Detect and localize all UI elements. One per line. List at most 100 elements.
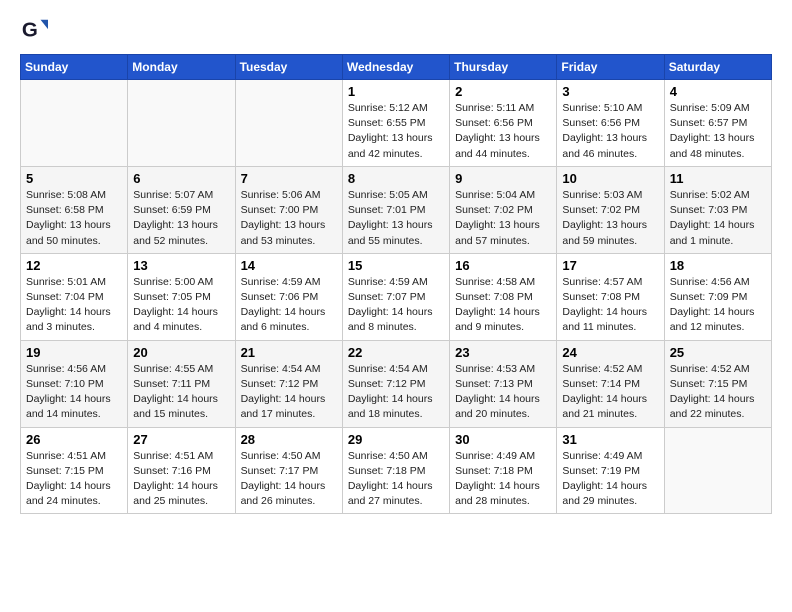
day-number: 13 <box>133 258 229 273</box>
calendar-cell: 24 Sunrise: 4:52 AM Sunset: 7:14 PM Dayli… <box>557 340 664 427</box>
calendar-cell: 3Sunrise: 5:10 AM Sunset: 6:56 PM Daylig… <box>557 80 664 167</box>
calendar-cell: 17 Sunrise: 4:57 AM Sunset: 7:08 PM Dayli… <box>557 253 664 340</box>
calendar-cell: 21 Sunrise: 4:54 AM Sunset: 7:12 PM Dayli… <box>235 340 342 427</box>
day-info: Sunrise: 5:03 AM Sunset: 7:02 PM Dayligh… <box>562 188 658 249</box>
weekday-header-thursday: Thursday <box>450 55 557 80</box>
day-number: 2 <box>455 84 551 99</box>
calendar-cell: 1 Sunrise: 5:12 AM Sunset: 6:55 PM Daylig… <box>342 80 449 167</box>
day-number: 20 <box>133 345 229 360</box>
calendar-cell: 13 Sunrise: 5:00 AM Sunset: 7:05 PM Dayli… <box>128 253 235 340</box>
calendar-cell: 30 Sunrise: 4:49 AM Sunset: 7:18 PM Dayli… <box>450 427 557 514</box>
calendar-cell: 16 Sunrise: 4:58 AM Sunset: 7:08 PM Dayli… <box>450 253 557 340</box>
day-number: 28 <box>241 432 337 447</box>
calendar-cell: 15Sunrise: 4:59 AM Sunset: 7:07 PM Dayli… <box>342 253 449 340</box>
day-info: Sunrise: 5:08 AM Sunset: 6:58 PM Dayligh… <box>26 188 122 249</box>
calendar-cell: 11Sunrise: 5:02 AM Sunset: 7:03 PM Dayli… <box>664 166 771 253</box>
day-info: Sunrise: 4:51 AM Sunset: 7:15 PM Dayligh… <box>26 449 122 510</box>
day-number: 21 <box>241 345 337 360</box>
calendar-cell: 4 Sunrise: 5:09 AM Sunset: 6:57 PM Daylig… <box>664 80 771 167</box>
day-info: Sunrise: 4:56 AM Sunset: 7:09 PM Dayligh… <box>670 275 766 336</box>
day-number: 6 <box>133 171 229 186</box>
calendar-cell <box>21 80 128 167</box>
day-number: 27 <box>133 432 229 447</box>
day-info: Sunrise: 4:55 AM Sunset: 7:11 PM Dayligh… <box>133 362 229 423</box>
week-row-2: 5 Sunrise: 5:08 AM Sunset: 6:58 PM Daylig… <box>21 166 772 253</box>
weekday-header-monday: Monday <box>128 55 235 80</box>
calendar-cell: 2 Sunrise: 5:11 AM Sunset: 6:56 PM Daylig… <box>450 80 557 167</box>
day-number: 3 <box>562 84 658 99</box>
day-number: 22 <box>348 345 444 360</box>
day-number: 30 <box>455 432 551 447</box>
calendar-cell: 31Sunrise: 4:49 AM Sunset: 7:19 PM Dayli… <box>557 427 664 514</box>
day-number: 1 <box>348 84 444 99</box>
day-number: 25 <box>670 345 766 360</box>
calendar-table: SundayMondayTuesdayWednesdayThursdayFrid… <box>20 54 772 514</box>
day-info: Sunrise: 5:07 AM Sunset: 6:59 PM Dayligh… <box>133 188 229 249</box>
day-info: Sunrise: 4:58 AM Sunset: 7:08 PM Dayligh… <box>455 275 551 336</box>
day-info: Sunrise: 4:52 AM Sunset: 7:14 PM Dayligh… <box>562 362 658 423</box>
calendar-cell: 28 Sunrise: 4:50 AM Sunset: 7:17 PM Dayli… <box>235 427 342 514</box>
calendar-cell <box>235 80 342 167</box>
day-number: 31 <box>562 432 658 447</box>
calendar-cell: 29 Sunrise: 4:50 AM Sunset: 7:18 PM Dayli… <box>342 427 449 514</box>
calendar-cell: 19 Sunrise: 4:56 AM Sunset: 7:10 PM Dayli… <box>21 340 128 427</box>
calendar-cell: 14Sunrise: 4:59 AM Sunset: 7:06 PM Dayli… <box>235 253 342 340</box>
day-number: 5 <box>26 171 122 186</box>
calendar-cell <box>664 427 771 514</box>
day-info: Sunrise: 4:53 AM Sunset: 7:13 PM Dayligh… <box>455 362 551 423</box>
day-number: 19 <box>26 345 122 360</box>
day-number: 4 <box>670 84 766 99</box>
day-info: Sunrise: 4:56 AM Sunset: 7:10 PM Dayligh… <box>26 362 122 423</box>
day-info: Sunrise: 5:00 AM Sunset: 7:05 PM Dayligh… <box>133 275 229 336</box>
calendar-cell: 25Sunrise: 4:52 AM Sunset: 7:15 PM Dayli… <box>664 340 771 427</box>
week-row-5: 26Sunrise: 4:51 AM Sunset: 7:15 PM Dayli… <box>21 427 772 514</box>
day-info: Sunrise: 5:06 AM Sunset: 7:00 PM Dayligh… <box>241 188 337 249</box>
day-number: 8 <box>348 171 444 186</box>
page-header: G <box>20 16 772 44</box>
calendar-cell: 22 Sunrise: 4:54 AM Sunset: 7:12 PM Dayli… <box>342 340 449 427</box>
day-info: Sunrise: 5:12 AM Sunset: 6:55 PM Dayligh… <box>348 101 444 162</box>
day-number: 16 <box>455 258 551 273</box>
day-info: Sunrise: 4:51 AM Sunset: 7:16 PM Dayligh… <box>133 449 229 510</box>
day-number: 29 <box>348 432 444 447</box>
day-info: Sunrise: 5:01 AM Sunset: 7:04 PM Dayligh… <box>26 275 122 336</box>
weekday-header-tuesday: Tuesday <box>235 55 342 80</box>
week-row-4: 19 Sunrise: 4:56 AM Sunset: 7:10 PM Dayli… <box>21 340 772 427</box>
calendar-cell: 12 Sunrise: 5:01 AM Sunset: 7:04 PM Dayli… <box>21 253 128 340</box>
day-number: 10 <box>562 171 658 186</box>
weekday-header-row: SundayMondayTuesdayWednesdayThursdayFrid… <box>21 55 772 80</box>
day-info: Sunrise: 4:54 AM Sunset: 7:12 PM Dayligh… <box>348 362 444 423</box>
logo: G <box>20 16 52 44</box>
calendar-cell <box>128 80 235 167</box>
calendar-cell: 27 Sunrise: 4:51 AM Sunset: 7:16 PM Dayli… <box>128 427 235 514</box>
calendar-cell: 7 Sunrise: 5:06 AM Sunset: 7:00 PM Daylig… <box>235 166 342 253</box>
weekday-header-saturday: Saturday <box>664 55 771 80</box>
calendar-cell: 23 Sunrise: 4:53 AM Sunset: 7:13 PM Dayli… <box>450 340 557 427</box>
day-number: 11 <box>670 171 766 186</box>
weekday-header-wednesday: Wednesday <box>342 55 449 80</box>
day-number: 15 <box>348 258 444 273</box>
day-info: Sunrise: 4:50 AM Sunset: 7:18 PM Dayligh… <box>348 449 444 510</box>
weekday-header-friday: Friday <box>557 55 664 80</box>
day-info: Sunrise: 5:09 AM Sunset: 6:57 PM Dayligh… <box>670 101 766 162</box>
logo-icon: G <box>20 16 48 44</box>
calendar-cell: 18Sunrise: 4:56 AM Sunset: 7:09 PM Dayli… <box>664 253 771 340</box>
calendar-cell: 5 Sunrise: 5:08 AM Sunset: 6:58 PM Daylig… <box>21 166 128 253</box>
day-info: Sunrise: 4:59 AM Sunset: 7:06 PM Dayligh… <box>241 275 337 336</box>
weekday-header-sunday: Sunday <box>21 55 128 80</box>
day-info: Sunrise: 4:54 AM Sunset: 7:12 PM Dayligh… <box>241 362 337 423</box>
day-info: Sunrise: 4:50 AM Sunset: 7:17 PM Dayligh… <box>241 449 337 510</box>
day-info: Sunrise: 4:49 AM Sunset: 7:18 PM Dayligh… <box>455 449 551 510</box>
day-info: Sunrise: 5:05 AM Sunset: 7:01 PM Dayligh… <box>348 188 444 249</box>
day-info: Sunrise: 4:57 AM Sunset: 7:08 PM Dayligh… <box>562 275 658 336</box>
day-info: Sunrise: 5:04 AM Sunset: 7:02 PM Dayligh… <box>455 188 551 249</box>
day-number: 17 <box>562 258 658 273</box>
day-info: Sunrise: 5:11 AM Sunset: 6:56 PM Dayligh… <box>455 101 551 162</box>
calendar-cell: 10 Sunrise: 5:03 AM Sunset: 7:02 PM Dayli… <box>557 166 664 253</box>
day-number: 23 <box>455 345 551 360</box>
calendar-cell: 8 Sunrise: 5:05 AM Sunset: 7:01 PM Daylig… <box>342 166 449 253</box>
week-row-1: 1 Sunrise: 5:12 AM Sunset: 6:55 PM Daylig… <box>21 80 772 167</box>
day-number: 12 <box>26 258 122 273</box>
day-number: 7 <box>241 171 337 186</box>
day-number: 24 <box>562 345 658 360</box>
